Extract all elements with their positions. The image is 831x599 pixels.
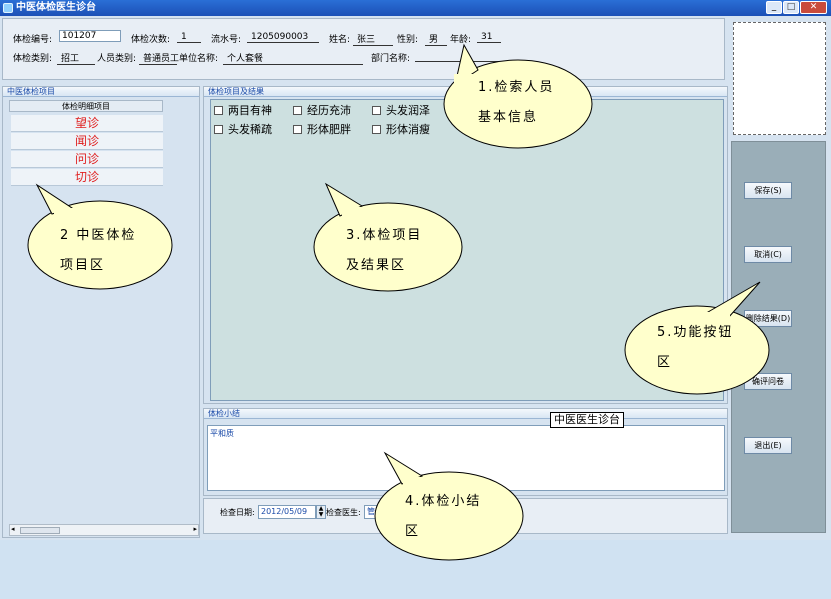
person-type-label: 人员类别:: [97, 54, 137, 64]
exam-no-label: 体检编号:: [13, 35, 53, 45]
tcm-items-header: 中医体检项目: [3, 87, 199, 97]
date-spinner[interactable]: ▲ ▼: [316, 505, 326, 519]
checkbox-glossy-hair[interactable]: 头发润泽: [372, 102, 430, 118]
callout-1-text: 1.检索人员 基本信息: [478, 80, 555, 125]
checkbox-icon[interactable]: [372, 106, 381, 115]
detail-list-header: 体检明细项目: [9, 100, 163, 112]
window-title: 中医体检医生诊台: [16, 2, 96, 13]
list-item-listening[interactable]: 闻诊: [11, 133, 163, 150]
exam-type-label: 体检类别:: [13, 54, 53, 64]
summary-header: 体检小结: [204, 409, 727, 419]
scroll-right-icon[interactable]: ▸: [193, 525, 197, 533]
callout-4-text: 4.体检小结 区: [405, 494, 482, 539]
exam-date-input[interactable]: 2012/05/09: [258, 505, 316, 519]
exam-summary-panel: 体检小结 平和质: [203, 408, 728, 496]
exam-count-label: 体检次数:: [131, 35, 171, 45]
items-results-area: 两目有神 经历充沛 头发润泽 头发稀疏 形体肥胖 形体消瘦: [210, 99, 724, 401]
title-bar: 中医体检医生诊台 _ □ ✕: [0, 0, 831, 16]
exam-type-value: 招工: [57, 51, 95, 65]
age-label: 年龄:: [450, 35, 472, 45]
name-value: 张三: [353, 32, 393, 46]
checkbox-icon[interactable]: [372, 125, 381, 134]
save-button[interactable]: 保存(S): [744, 182, 792, 199]
checkbox-thin-hair[interactable]: 头发稀疏: [214, 121, 272, 137]
unit-value: 个人套餐: [223, 51, 363, 65]
gender-label: 性别:: [397, 35, 419, 45]
unit-label: 单位名称:: [179, 54, 219, 64]
name-label: 姓名:: [329, 35, 351, 45]
callout-5-text: 5.功能按钮 区: [657, 325, 734, 370]
exam-items-results-panel: 体检项目及结果 两目有神 经历充沛 头发润泽 头发稀疏 形体肥胖 形体消瘦: [203, 86, 728, 404]
list-item-inquiry[interactable]: 问诊: [11, 151, 163, 168]
callout-3-text: 3.体检项目 及结果区: [346, 228, 423, 273]
checkbox-emaciated[interactable]: 形体消瘦: [372, 121, 430, 137]
gender-value: 男: [425, 32, 447, 46]
checkbox-icon[interactable]: [293, 106, 302, 115]
delete-result-button[interactable]: 删除结果(D): [744, 310, 792, 327]
person-type-value: 普通员工: [139, 51, 179, 65]
checkbox-icon[interactable]: [214, 106, 223, 115]
minimize-button[interactable]: _: [766, 1, 782, 14]
scroll-thumb[interactable]: [20, 527, 60, 534]
dept-value: [415, 51, 515, 62]
horizontal-scrollbar[interactable]: ◂ ▸: [9, 524, 199, 536]
close-button[interactable]: ✕: [800, 1, 827, 14]
maximize-button[interactable]: □: [783, 1, 799, 14]
summary-textarea[interactable]: 平和质: [207, 425, 725, 491]
exam-count-value: 1: [177, 32, 201, 43]
checkbox-icon[interactable]: [214, 125, 223, 134]
callout-2-text: 2 中医体检 项目区: [60, 228, 137, 273]
review-questionnaire-button[interactable]: 确评问卷: [744, 373, 792, 390]
list-item-palpation[interactable]: 切诊: [11, 169, 163, 186]
exit-button[interactable]: 退出(E): [744, 437, 792, 454]
checkbox-obese[interactable]: 形体肥胖: [293, 121, 351, 137]
cancel-button[interactable]: 取消(C): [744, 246, 792, 263]
exam-doctor-label: 检查医生:: [326, 508, 361, 517]
function-button-panel: 保存(S) 取消(C) 删除结果(D) 确评问卷 退出(E): [731, 141, 826, 533]
scroll-left-icon[interactable]: ◂: [11, 525, 15, 533]
checkbox-icon[interactable]: [293, 125, 302, 134]
app-icon: [3, 3, 13, 13]
serial-label: 流水号:: [211, 35, 242, 45]
serial-value: 1205090003: [247, 32, 319, 43]
photo-frame: [733, 22, 826, 135]
patient-info-panel: 体检编号: 101207 体检次数: 1 流水号: 1205090003 姓名:…: [2, 18, 725, 80]
tooltip: 中医医生诊台: [550, 412, 624, 428]
exam-date-label: 检查日期:: [220, 508, 255, 517]
status-area: [0, 540, 831, 599]
items-results-header: 体检项目及结果: [204, 87, 727, 97]
tcm-items-panel: 中医体检项目 体检明细项目 望诊 闻诊 问诊 切诊 ◂ ▸: [2, 86, 200, 538]
list-item-inspection[interactable]: 望诊: [11, 115, 163, 132]
checkbox-bright-eyes[interactable]: 两目有神: [214, 102, 272, 118]
checkbox-energetic[interactable]: 经历充沛: [293, 102, 351, 118]
exam-no-input[interactable]: 101207: [59, 30, 121, 42]
dept-label: 部门名称:: [371, 54, 411, 64]
age-value: 31: [477, 32, 501, 43]
